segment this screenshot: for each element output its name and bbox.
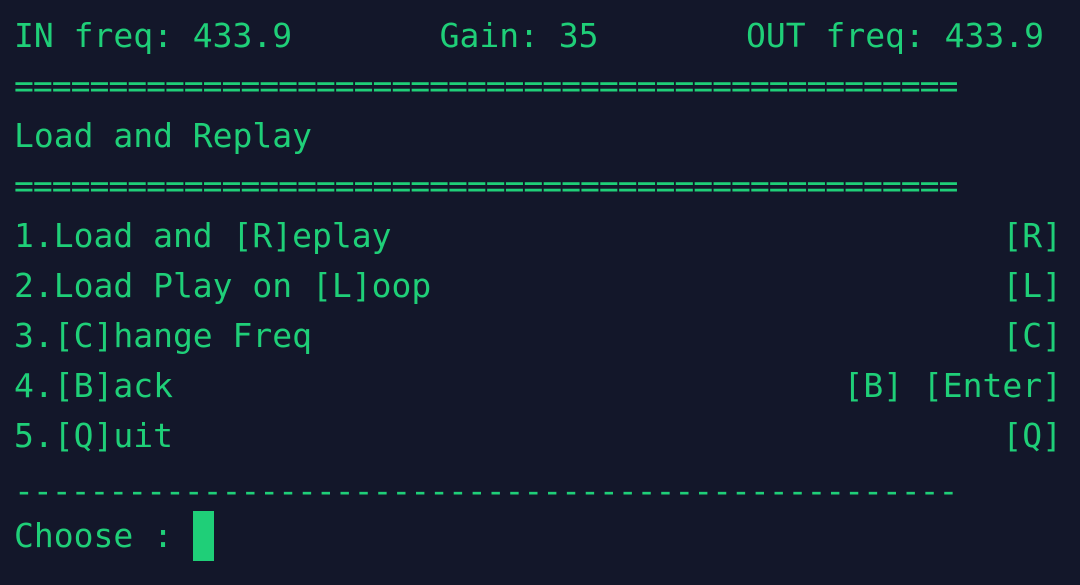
- menu-item-replay[interactable]: 1.Load and [R]eplay [R]: [14, 211, 1062, 261]
- separator-bottom: ----------------------------------------…: [14, 471, 958, 510]
- in-freq-readout: IN freq: 433.9: [14, 16, 293, 55]
- menu-item-shortcut: [Q]: [1002, 416, 1062, 455]
- separator-title: ========================================…: [14, 166, 958, 205]
- prompt-label: Choose :: [14, 516, 173, 555]
- menu-item-label: 2.Load Play on [L]oop: [14, 266, 432, 305]
- page-title: Load and Replay: [14, 116, 313, 155]
- menu-item-quit[interactable]: 5.[Q]uit [Q]: [14, 411, 1062, 461]
- command-prompt[interactable]: Choose :: [14, 511, 1062, 561]
- terminal-window: IN freq: 433.9 Gain: 35 OUT freq: 433.9 …: [14, 11, 1062, 561]
- menu-item-loop[interactable]: 2.Load Play on [L]oop [L]: [14, 261, 1062, 311]
- status-bar: IN freq: 433.9 Gain: 35 OUT freq: 433.9: [14, 11, 1044, 61]
- text-cursor: [192, 511, 214, 561]
- menu-item-shortcut: [L]: [1002, 266, 1062, 305]
- menu-item-label: 4.[B]ack: [14, 366, 173, 405]
- gain-readout: Gain: 35: [439, 16, 599, 55]
- menu-item-label: 3.[C]hange Freq: [14, 316, 313, 355]
- menu-item-back[interactable]: 4.[B]ack [B] [Enter]: [14, 361, 1062, 411]
- menu-item-label: 5.[Q]uit: [14, 416, 173, 455]
- out-freq-readout: OUT freq: 433.9: [745, 16, 1044, 55]
- menu-item-shortcut: [C]: [1002, 316, 1062, 355]
- menu-item-change-freq[interactable]: 3.[C]hange Freq [C]: [14, 311, 1062, 361]
- menu-item-shortcut: [R]: [1002, 216, 1062, 255]
- separator-top: ========================================…: [14, 66, 958, 105]
- menu-item-shortcut: [B] [Enter]: [843, 366, 1062, 405]
- menu-item-label: 1.Load and [R]eplay: [14, 216, 392, 255]
